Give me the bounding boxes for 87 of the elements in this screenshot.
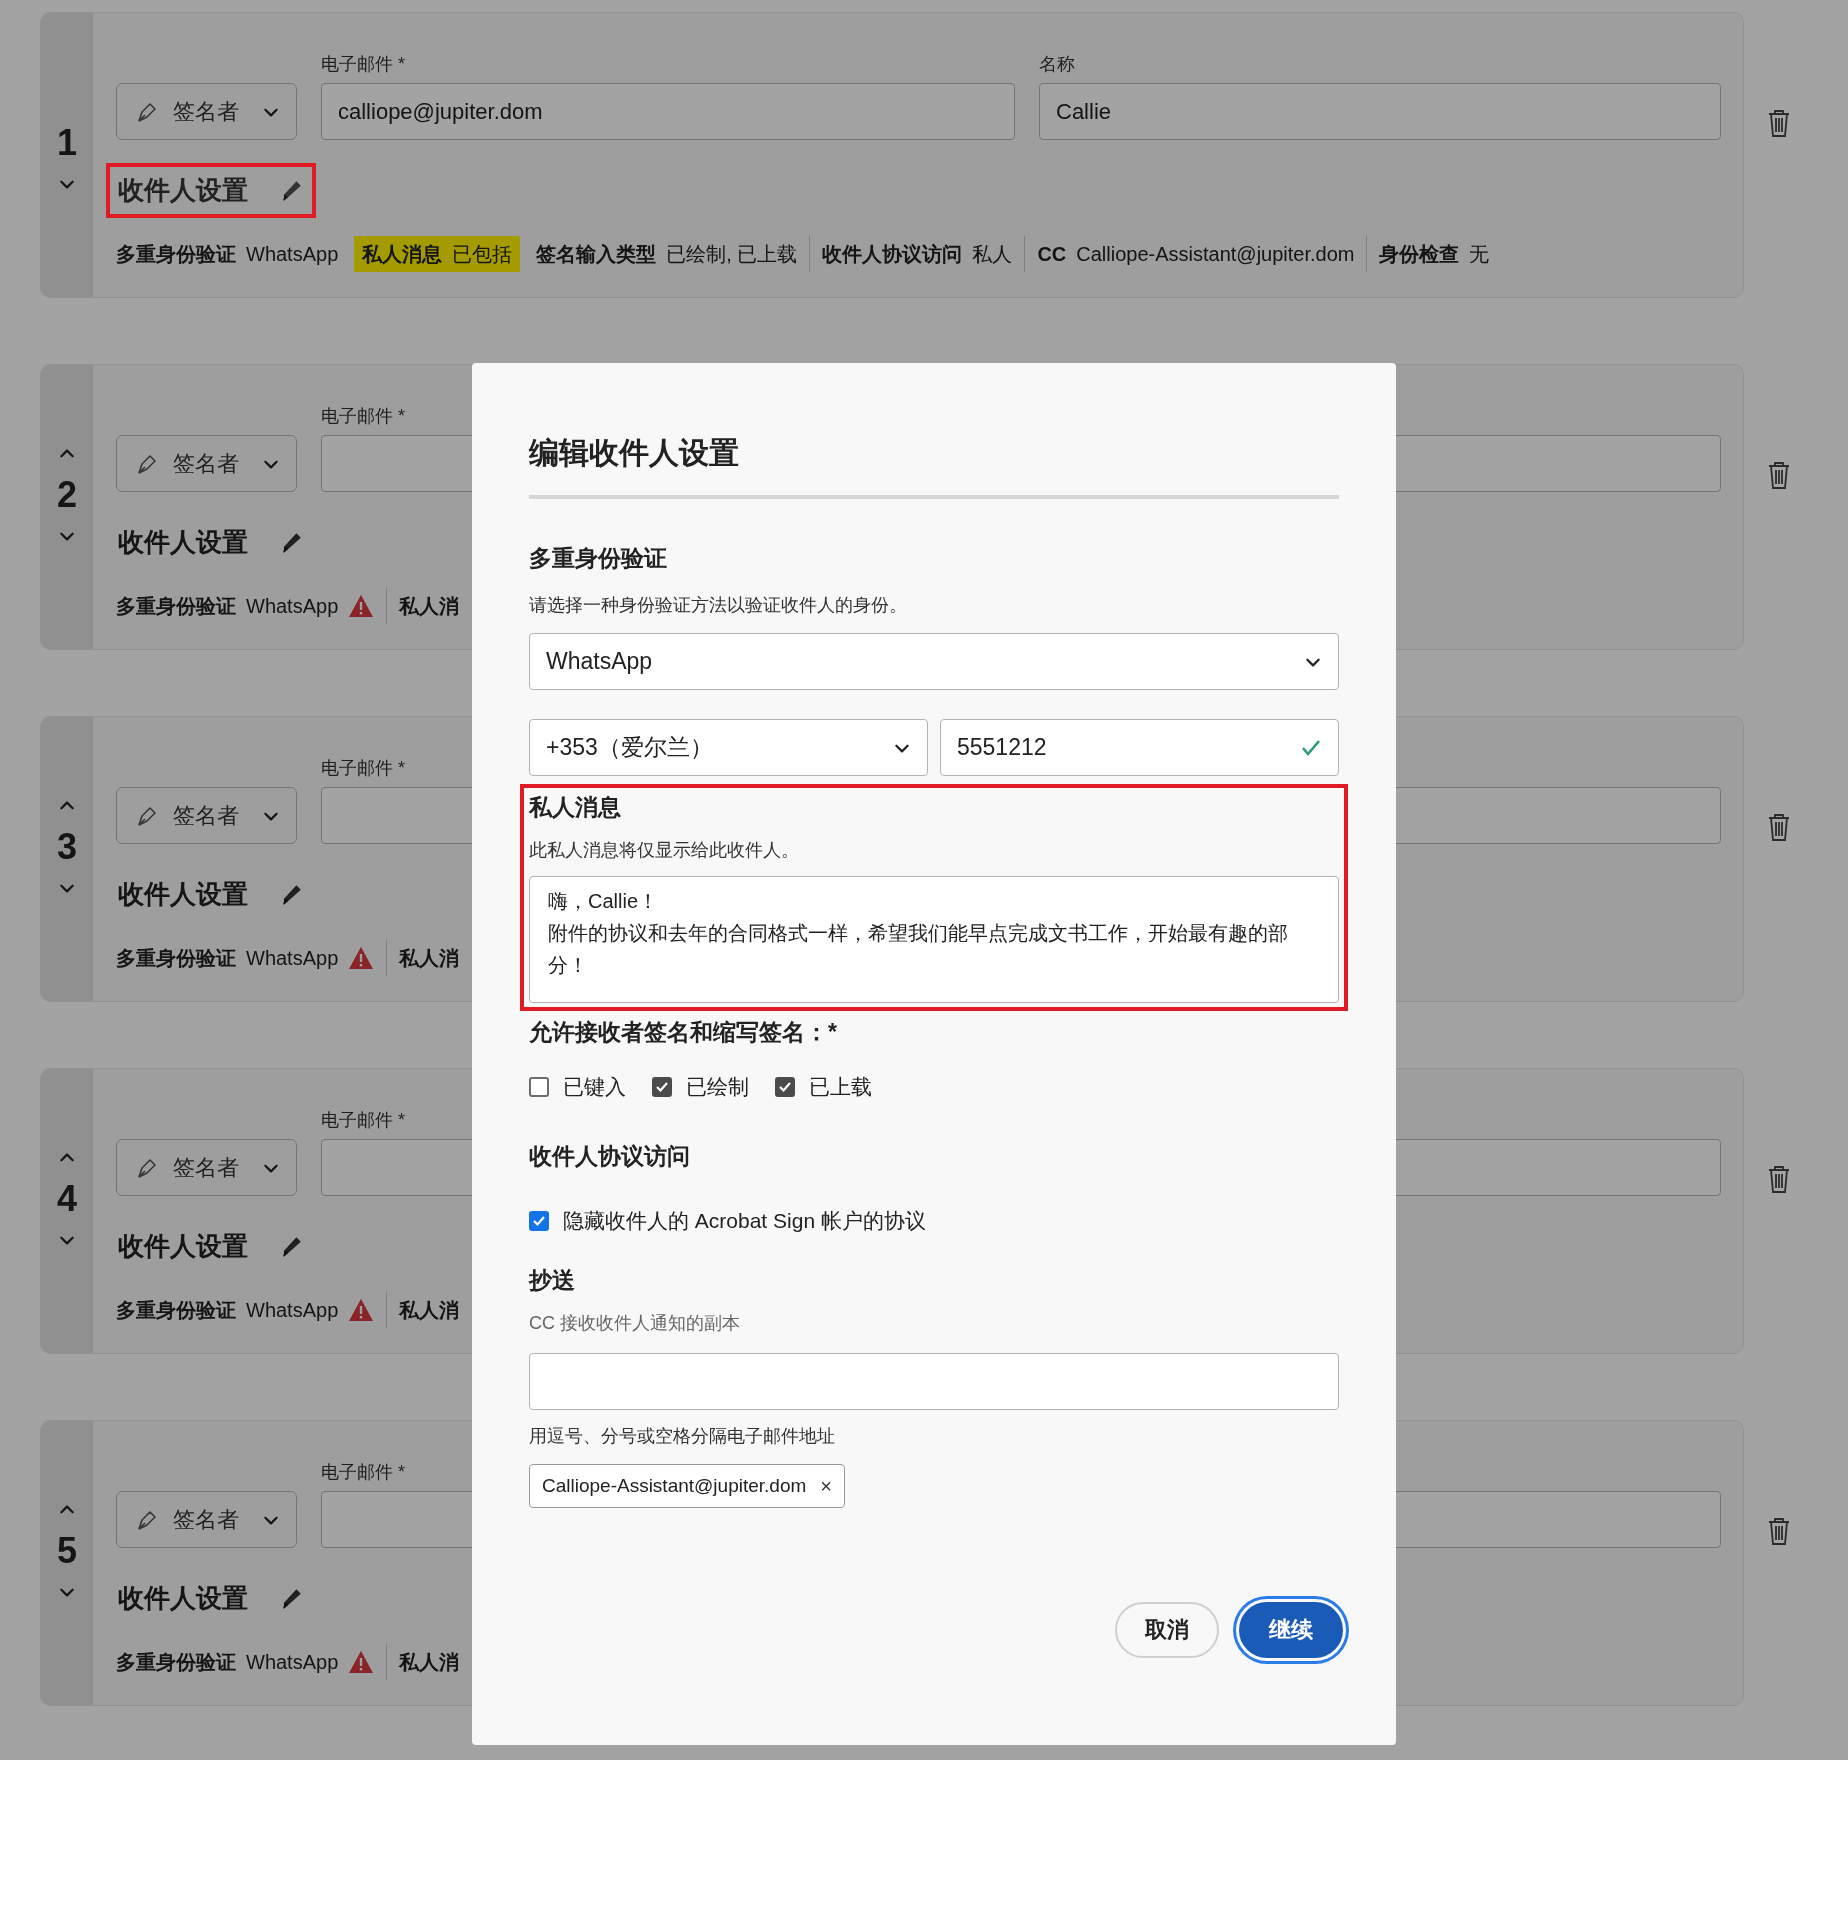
section-heading: 私人消息 <box>529 793 622 822</box>
section-heading: 收件人协议访问 <box>529 1142 691 1171</box>
summary-value: 私人 <box>972 241 1013 267</box>
summary-value: WhatsApp <box>246 1298 339 1322</box>
summary-label: CC <box>1037 242 1067 266</box>
message-field[interactable]: 嗨，Callie！ 附件的协议和去年的合同格式一样，希望我们能早点完成文书工作，开始最有趣的部分！ <box>529 876 1339 1003</box>
trash-icon[interactable] <box>1766 812 1792 842</box>
settings-title: 收件人设置 <box>118 877 248 911</box>
role-dropdown[interactable]: 签名者 <box>116 435 297 492</box>
checkmark-icon <box>655 1080 669 1094</box>
summary-value: WhatsApp <box>246 242 339 266</box>
summary-label: 身份检查 <box>1379 241 1460 267</box>
summary-label: 私人消息 <box>362 241 443 267</box>
method-dropdown[interactable]: WhatsApp <box>529 633 1339 690</box>
section-description: 此私人消息将仅显示给此收件人。 <box>529 839 800 862</box>
checkbox[interactable] <box>775 1077 795 1097</box>
summary-label: 多重身份验证 <box>116 241 236 267</box>
field-label: 电子邮件 * <box>321 53 406 75</box>
recipient-number: 1 <box>57 121 77 165</box>
message-line: 附件的协议和去年的合同格式一样，希望我们能早点完成文书工作，开始最有趣的部分！ <box>548 921 1289 978</box>
role-dropdown[interactable]: 签名者 <box>116 787 297 844</box>
field-label: 电子邮件 * <box>321 757 406 779</box>
settings-title: 收件人设置 <box>118 173 248 207</box>
summary-value: 已绘制, 已上载 <box>666 241 798 267</box>
summary-value: 已包括 <box>452 241 513 267</box>
checkmark-icon <box>532 1214 546 1228</box>
field-label: 电子邮件 * <box>321 1109 406 1131</box>
phone-field[interactable]: 5551212 <box>940 719 1339 776</box>
trash-icon[interactable] <box>1766 1164 1792 1194</box>
message-line: 嗨，Callie！ <box>548 889 660 914</box>
help-text: 用逗号、分号或空格分隔电子邮件地址 <box>529 1425 836 1448</box>
summary-label: 私人消 <box>399 593 460 619</box>
summary-value: WhatsApp <box>246 1650 339 1674</box>
section-heading: 抄送 <box>529 1266 576 1295</box>
option-label: 已上载 <box>809 1074 872 1100</box>
country-dropdown[interactable]: +353（爱尔兰） <box>529 719 928 776</box>
summary-label: 多重身份验证 <box>116 945 236 971</box>
role-dropdown[interactable]: 签名者 <box>116 83 297 140</box>
email-field[interactable]: calliope@jupiter.dom <box>321 83 1015 140</box>
trash-icon[interactable] <box>1766 1516 1792 1546</box>
recipient-number: 5 <box>57 1529 77 1573</box>
checkbox[interactable] <box>529 1077 549 1097</box>
summary-label: 私人消 <box>399 1649 460 1675</box>
summary-label: 多重身份验证 <box>116 1297 236 1323</box>
option-label: 已键入 <box>563 1074 626 1100</box>
section-heading: 允许接收者签名和缩写签名：* <box>529 1018 838 1047</box>
field-label: 电子邮件 * <box>321 1461 406 1483</box>
checkbox[interactable] <box>529 1211 549 1231</box>
section-description: 请选择一种身份验证方法以验证收件人的身份。 <box>529 594 908 617</box>
settings-title: 收件人设置 <box>118 525 248 559</box>
checkmark-icon <box>778 1080 792 1094</box>
trash-icon[interactable] <box>1766 108 1792 138</box>
cc-field[interactable] <box>529 1353 1339 1410</box>
recipient-number: 4 <box>57 1177 77 1221</box>
summary-value: WhatsApp <box>246 946 339 970</box>
section-description: CC 接收收件人通知的副本 <box>529 1312 741 1335</box>
cancel-button[interactable]: 取消 <box>1115 1602 1219 1658</box>
settings-title: 收件人设置 <box>118 1581 248 1615</box>
dialog-title: 编辑收件人设置 <box>529 435 740 471</box>
checkbox-option[interactable]: 隐藏收件人的 Acrobat Sign 帐户的协议 <box>529 1207 926 1235</box>
checkbox-option[interactable]: 已绘制 <box>652 1073 749 1101</box>
section-heading: 多重身份验证 <box>529 544 668 573</box>
role-dropdown[interactable]: 签名者 <box>116 1139 297 1196</box>
checkbox-option[interactable]: 已上载 <box>775 1073 872 1101</box>
field-label: 名称 <box>1039 54 1075 74</box>
checkbox[interactable] <box>652 1077 672 1097</box>
summary-label: 收件人协议访问 <box>822 241 963 267</box>
summary-label: 私人消 <box>399 1297 460 1323</box>
settings-title: 收件人设置 <box>118 1229 248 1263</box>
summary-label: 多重身份验证 <box>116 1649 236 1675</box>
summary-value: WhatsApp <box>246 594 339 618</box>
tag-label: Calliope-Assistant@jupiter.dom <box>542 1475 807 1497</box>
option-label: 已绘制 <box>686 1074 749 1100</box>
remove-button[interactable]: × <box>820 1474 832 1498</box>
name-field[interactable]: Callie <box>1039 83 1721 140</box>
summary-label: 多重身份验证 <box>116 593 236 619</box>
recipient-number: 3 <box>57 825 77 869</box>
summary-value: 无 <box>1469 241 1490 267</box>
trash-icon[interactable] <box>1766 460 1792 490</box>
summary-value: Calliope-Assistant@jupiter.dom <box>1076 242 1355 266</box>
role-dropdown[interactable]: 签名者 <box>116 1491 297 1548</box>
summary-label: 签名输入类型 <box>536 241 657 267</box>
summary-label: 私人消 <box>399 945 460 971</box>
field-label: 电子邮件 * <box>321 405 406 427</box>
recipient-number: 2 <box>57 473 77 517</box>
checkbox-option[interactable]: 已键入 <box>529 1073 626 1101</box>
option-label: 隐藏收件人的 Acrobat Sign 帐户的协议 <box>563 1208 926 1234</box>
